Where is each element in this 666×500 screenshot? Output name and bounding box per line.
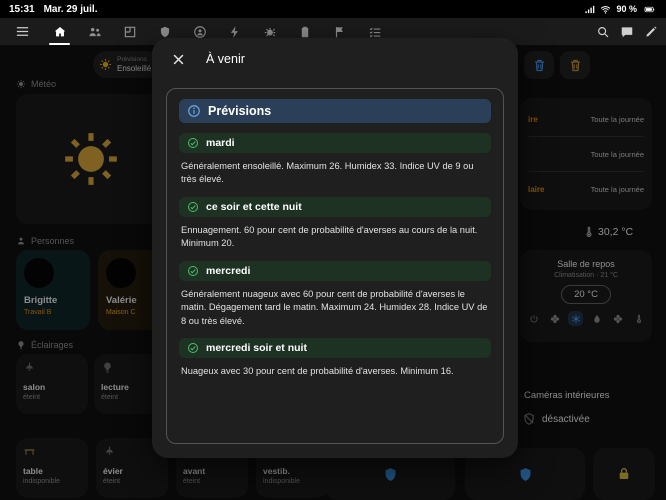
tab-persons[interactable] <box>77 18 112 45</box>
status-bar: 15:31 Mar. 29 juil. 90 % <box>0 0 666 18</box>
tablet-screen: 15:31 Mar. 29 juil. 90 % <box>0 0 666 500</box>
forecast-text: Généralement nuageux avec 60 pour cent d… <box>181 288 489 328</box>
check-circle-icon <box>187 201 199 213</box>
dialog-title: À venir <box>206 52 245 66</box>
check-circle-icon <box>187 265 199 277</box>
clock: 15:31 <box>9 4 35 15</box>
tab-rooms[interactable] <box>112 18 147 45</box>
check-circle-icon <box>187 137 199 149</box>
status-date: Mar. 29 juil. <box>44 4 98 15</box>
dialog-header: À venir <box>152 38 518 80</box>
forecast-header-label: Prévisions <box>208 104 271 118</box>
battery-percent: 90 % <box>616 4 637 14</box>
forecast-period: ce soir et cette nuit <box>179 197 491 217</box>
forecast-period-label: mercredi soir et nuit <box>206 342 307 354</box>
info-icon <box>187 104 201 118</box>
forecast-dialog: À venir Prévisions mardi Généralement en… <box>152 38 518 458</box>
forecast-text: Nuageux avec 30 pour cent de probabilité… <box>181 365 489 378</box>
forecast-content: Prévisions mardi Généralement ensoleillé… <box>166 88 504 444</box>
tab-home[interactable] <box>42 18 77 45</box>
cellular-signal-icon <box>584 4 595 15</box>
forecast-period-label: mardi <box>206 137 235 149</box>
forecast-period-label: mercredi <box>206 265 250 277</box>
forecast-header: Prévisions <box>179 99 491 123</box>
forecast-period: mardi <box>179 133 491 153</box>
wifi-icon <box>600 4 611 15</box>
forecast-period: mercredi <box>179 261 491 281</box>
assist-button[interactable] <box>620 25 634 39</box>
forecast-period: mercredi soir et nuit <box>179 338 491 358</box>
check-circle-icon <box>187 342 199 354</box>
search-button[interactable] <box>596 25 610 39</box>
forecast-period-label: ce soir et cette nuit <box>206 201 302 213</box>
close-icon[interactable] <box>168 49 188 69</box>
forecast-text: Ennuagement. 60 pour cent de probabilité… <box>181 224 489 251</box>
sidebar-menu-button[interactable] <box>8 18 36 45</box>
forecast-text: Généralement ensoleillé. Maximum 26. Hum… <box>181 160 489 187</box>
battery-icon <box>642 4 657 15</box>
edit-dashboard-button[interactable] <box>644 25 658 39</box>
